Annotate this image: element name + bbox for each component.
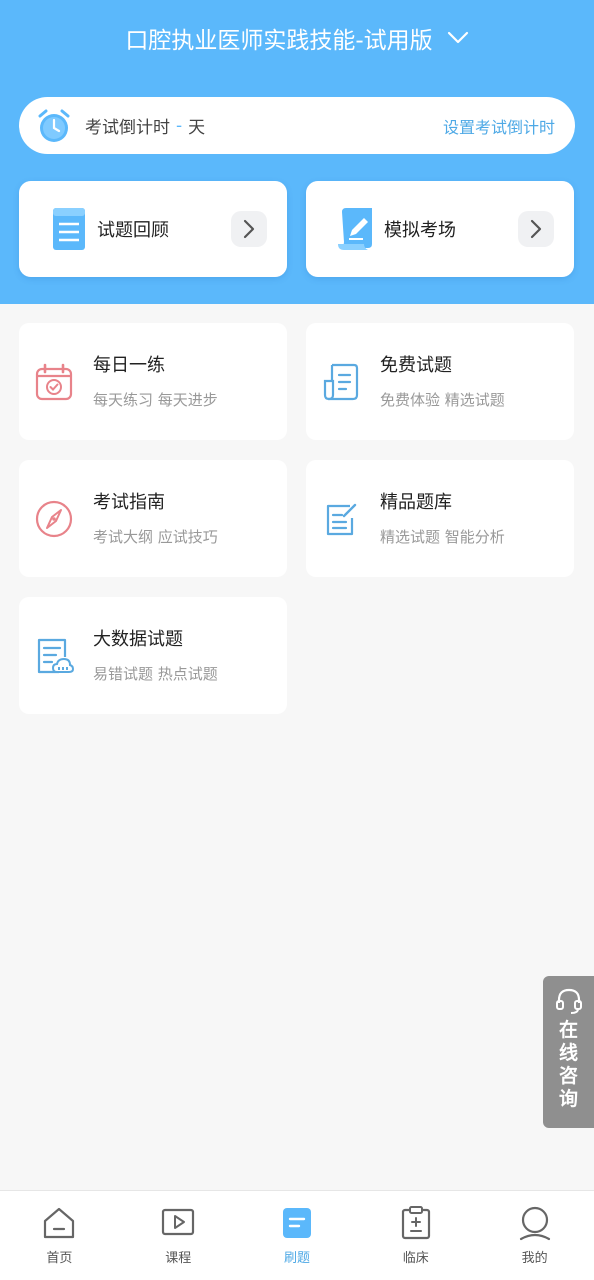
online-consult-label: 在线咨询 <box>558 1019 578 1110</box>
pencil-paper-icon <box>338 208 372 250</box>
review-questions-card[interactable]: 试题回顾 <box>19 181 287 277</box>
feature-subtitle: 精选试题 智能分析 <box>380 527 505 546</box>
practice-page: 口腔执业医师实践技能-试用版 考试倒计时 - 天 设置考试倒计时 试题回顾 模拟… <box>0 0 594 1280</box>
mock-exam-card[interactable]: 模拟考场 <box>306 181 574 277</box>
review-questions-label: 试题回顾 <box>97 220 169 241</box>
cloud-document-icon <box>37 638 75 673</box>
nav-profile[interactable]: 我的 <box>475 1191 594 1280</box>
exam-guide-card[interactable]: 考试指南 考试大纲 应试技巧 <box>19 460 287 577</box>
mock-exam-label: 模拟考场 <box>384 220 456 241</box>
feature-title: 每日一练 <box>93 354 165 376</box>
big-data-questions-card[interactable]: 大数据试题 易错试题 热点试题 <box>19 597 287 714</box>
document-icon <box>323 363 359 400</box>
nav-label: 临床 <box>402 1251 429 1266</box>
chevron-right-icon <box>518 211 554 247</box>
nav-clinical[interactable]: 临床 <box>356 1191 475 1280</box>
list-document-icon <box>53 208 85 250</box>
user-icon <box>519 1206 550 1241</box>
exam-countdown-bar: 考试倒计时 - 天 设置考试倒计时 <box>19 97 575 154</box>
nav-label: 首页 <box>46 1251 73 1266</box>
nav-practice[interactable]: 刷题 <box>238 1191 357 1280</box>
chevron-right-icon <box>231 211 267 247</box>
course-title: 口腔执业医师实践技能-试用版 <box>125 28 433 54</box>
feature-title: 精品题库 <box>380 491 452 513</box>
nav-label: 我的 <box>521 1251 548 1266</box>
feature-title: 免费试题 <box>380 354 452 376</box>
countdown-unit: 天 <box>188 118 206 138</box>
countdown-value: - <box>176 115 183 136</box>
edit-document-icon <box>326 503 357 535</box>
chevron-down-icon <box>447 31 468 44</box>
nav-label: 课程 <box>165 1251 192 1266</box>
nav-courses[interactable]: 课程 <box>119 1191 238 1280</box>
feature-title: 大数据试题 <box>93 628 183 650</box>
online-consult-button[interactable]: 在线咨询 <box>543 976 594 1128</box>
feature-subtitle: 免费体验 精选试题 <box>380 390 505 409</box>
premium-question-bank-card[interactable]: 精品题库 精选试题 智能分析 <box>306 460 574 577</box>
calendar-check-icon <box>35 363 73 400</box>
free-questions-card[interactable]: 免费试题 免费体验 精选试题 <box>306 323 574 440</box>
nav-label: 刷题 <box>283 1251 310 1266</box>
set-countdown-link[interactable]: 设置考试倒计时 <box>443 114 555 138</box>
feature-subtitle: 考试大纲 应试技巧 <box>93 527 218 546</box>
header: 口腔执业医师实践技能-试用版 考试倒计时 - 天 设置考试倒计时 试题回顾 模拟… <box>0 0 594 304</box>
video-icon <box>162 1208 195 1236</box>
feature-subtitle: 易错试题 热点试题 <box>93 664 218 683</box>
headset-icon <box>555 988 582 1014</box>
practice-icon <box>282 1208 311 1238</box>
feature-subtitle: 每天练习 每天进步 <box>93 390 218 409</box>
countdown-label: 考试倒计时 <box>85 118 170 138</box>
compass-icon <box>35 500 73 537</box>
daily-practice-card[interactable]: 每日一练 每天练习 每天进步 <box>19 323 287 440</box>
feature-title: 考试指南 <box>93 491 165 513</box>
course-selector[interactable]: 口腔执业医师实践技能-试用版 <box>0 18 594 58</box>
bottom-nav: 首页 课程 刷题 临床 我的 <box>0 1190 594 1280</box>
alarm-clock-icon <box>38 109 70 142</box>
nav-home[interactable]: 首页 <box>0 1191 119 1280</box>
home-icon <box>44 1207 75 1239</box>
clipboard-icon <box>401 1206 430 1240</box>
